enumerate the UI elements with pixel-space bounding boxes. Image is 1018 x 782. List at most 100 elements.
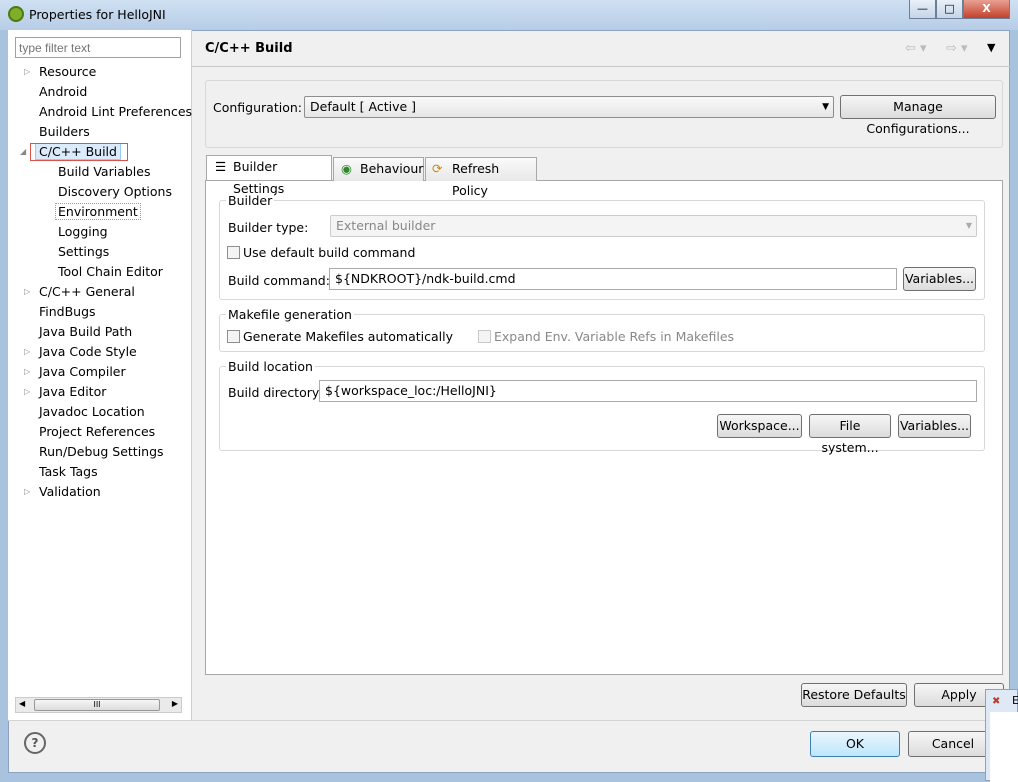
scroll-right-icon[interactable]: ▶ bbox=[172, 699, 178, 708]
build-command-label: Build command: bbox=[228, 273, 330, 288]
tree-item[interactable]: Run/Debug Settings bbox=[39, 442, 164, 462]
tree-item[interactable]: ▷ C/C++ General bbox=[24, 282, 135, 302]
tree-item[interactable]: ▷ Java Editor bbox=[24, 382, 106, 402]
tree-item[interactable]: Project References bbox=[39, 422, 155, 442]
tree-item[interactable]: Java Build Path bbox=[39, 322, 132, 342]
radio-icon: ◉ bbox=[341, 161, 352, 176]
tree-item[interactable]: Environment bbox=[55, 202, 141, 222]
window-title: Properties for HelloJNI bbox=[29, 7, 166, 22]
maximize-button[interactable]: □ bbox=[936, 0, 963, 19]
configuration-select[interactable]: Default [ Active ] ▼ bbox=[304, 96, 834, 118]
chevron-down-icon: ▼ bbox=[965, 221, 972, 230]
tree-item-label: Project References bbox=[39, 424, 156, 439]
tree-item-label: Environment bbox=[55, 203, 141, 220]
expand-env-checkbox bbox=[478, 330, 491, 343]
configuration-label: Configuration: bbox=[213, 100, 302, 115]
tab-behaviour[interactable]: ◉ Behaviour bbox=[333, 157, 424, 181]
builder-variables-button[interactable]: Variables... bbox=[903, 267, 976, 291]
expand-icon[interactable]: ▷ bbox=[24, 62, 30, 82]
tree-item-label: Java Compiler bbox=[39, 364, 126, 379]
use-default-label: Use default build command bbox=[243, 245, 416, 260]
makefile-group-title: Makefile generation bbox=[226, 307, 354, 322]
tree-item-label: Build Variables bbox=[58, 164, 151, 179]
tree-item[interactable]: Discovery Options bbox=[58, 182, 172, 202]
tree-item[interactable]: Javadoc Location bbox=[39, 402, 145, 422]
refresh-icon: ⟳ bbox=[432, 161, 443, 176]
tree-item-label: C/C++ General bbox=[39, 284, 135, 299]
tree-item[interactable]: Android bbox=[39, 82, 87, 102]
tree-item[interactable]: Builders bbox=[39, 122, 90, 142]
tree-item[interactable]: ▷ Validation bbox=[24, 482, 101, 502]
expand-icon[interactable]: ▷ bbox=[24, 362, 30, 382]
view-menu-icon[interactable]: ▼ bbox=[987, 41, 995, 54]
tree-item[interactable]: ▷ Java Compiler bbox=[24, 362, 126, 382]
tree-item[interactable]: ▷ Java Code Style bbox=[24, 342, 137, 362]
tree-item[interactable]: Tool Chain Editor bbox=[58, 262, 163, 282]
tree-item[interactable]: Logging bbox=[58, 222, 108, 242]
tree-item[interactable]: Build Variables bbox=[58, 162, 150, 182]
background-window[interactable]: ✖ E bbox=[985, 689, 1018, 782]
tree-item-label: Java Code Style bbox=[39, 344, 137, 359]
filter-input[interactable] bbox=[15, 37, 181, 58]
tree-item[interactable]: FindBugs bbox=[39, 302, 96, 322]
file-system-button[interactable]: File system... bbox=[809, 414, 891, 455]
tree-item-label: Settings bbox=[58, 244, 110, 259]
page-title: C/C++ Build bbox=[205, 41, 293, 56]
minimize-button[interactable]: — bbox=[909, 0, 936, 19]
builder-group-title: Builder bbox=[226, 193, 275, 208]
tab-builder-settings[interactable]: ☰ Builder Settings bbox=[206, 155, 332, 196]
tree-item-label: Logging bbox=[58, 224, 108, 239]
help-icon[interactable]: ? bbox=[24, 732, 46, 754]
use-default-checkbox[interactable] bbox=[227, 246, 240, 259]
chevron-down-icon: ▼ bbox=[822, 102, 829, 112]
build-directory-input[interactable]: ${workspace_loc:/HelloJNI} bbox=[319, 380, 977, 402]
generate-makefiles-checkbox[interactable] bbox=[227, 330, 240, 343]
location-variables-button[interactable]: Variables... bbox=[898, 414, 971, 438]
expand-env-label: Expand Env. Variable Refs in Makefiles bbox=[494, 329, 735, 344]
expand-icon[interactable]: ▷ bbox=[24, 382, 30, 402]
scroll-thumb[interactable]: III bbox=[34, 699, 160, 711]
workspace-button[interactable]: Workspace... bbox=[717, 414, 802, 438]
tree-item[interactable]: ▷ Resource bbox=[24, 62, 97, 82]
error-icon: ✖ bbox=[992, 696, 1001, 707]
build-command-input[interactable]: ${NDKROOT}/ndk-build.cmd bbox=[329, 268, 897, 290]
tree-item-label: Discovery Options bbox=[58, 184, 172, 199]
forward-icon[interactable]: ⇨ ▾ bbox=[946, 41, 968, 56]
ok-button[interactable]: OK bbox=[810, 731, 900, 757]
tree-item-label: Javadoc Location bbox=[39, 404, 145, 419]
tree-item[interactable]: Task Tags bbox=[39, 462, 98, 482]
scroll-left-icon[interactable]: ◀ bbox=[19, 699, 25, 708]
builder-type-value: External builder bbox=[336, 218, 436, 233]
tree-item[interactable]: Android Lint Preferences bbox=[39, 102, 192, 122]
footer-divider bbox=[8, 720, 1010, 721]
tree-scrollbar[interactable]: ◀ III ▶ bbox=[15, 697, 182, 713]
close-button[interactable]: X bbox=[963, 0, 1010, 19]
build-directory-label: Build directory: bbox=[228, 385, 323, 400]
tree-item-label: FindBugs bbox=[39, 304, 96, 319]
app-icon bbox=[8, 6, 24, 22]
expand-icon[interactable]: ▷ bbox=[24, 482, 30, 502]
builder-type-select: External builder ▼ bbox=[330, 215, 977, 237]
generate-makefiles-label: Generate Makefiles automatically bbox=[243, 329, 454, 344]
build-location-title: Build location bbox=[226, 359, 315, 374]
tree-item-label: Run/Debug Settings bbox=[39, 444, 164, 459]
tree-item-label: Builders bbox=[39, 124, 90, 139]
tree-item-label: Task Tags bbox=[39, 464, 98, 479]
list-icon: ☰ bbox=[215, 159, 227, 174]
collapse-icon[interactable]: ◢ bbox=[20, 142, 26, 162]
expand-icon[interactable]: ▷ bbox=[24, 342, 30, 362]
tree-item[interactable]: Settings bbox=[58, 242, 109, 262]
back-icon[interactable]: ⇦ ▾ bbox=[905, 41, 927, 56]
builder-type-label: Builder type: bbox=[228, 220, 309, 235]
tree-item-label: Android bbox=[39, 84, 88, 99]
tree-item-label: Resource bbox=[39, 64, 97, 79]
background-window-body bbox=[990, 712, 1018, 782]
tab-label: Builder Settings bbox=[233, 159, 285, 196]
restore-defaults-button[interactable]: Restore Defaults bbox=[801, 683, 907, 707]
configuration-value: Default [ Active ] bbox=[310, 99, 417, 114]
tab-refresh-policy[interactable]: ⟳ Refresh Policy bbox=[425, 157, 537, 198]
tree-item-label: Tool Chain Editor bbox=[58, 264, 163, 279]
expand-icon[interactable]: ▷ bbox=[24, 282, 30, 302]
tree-item-label: Java Build Path bbox=[39, 324, 133, 339]
manage-configurations-button[interactable]: Manage Configurations... bbox=[840, 95, 996, 136]
